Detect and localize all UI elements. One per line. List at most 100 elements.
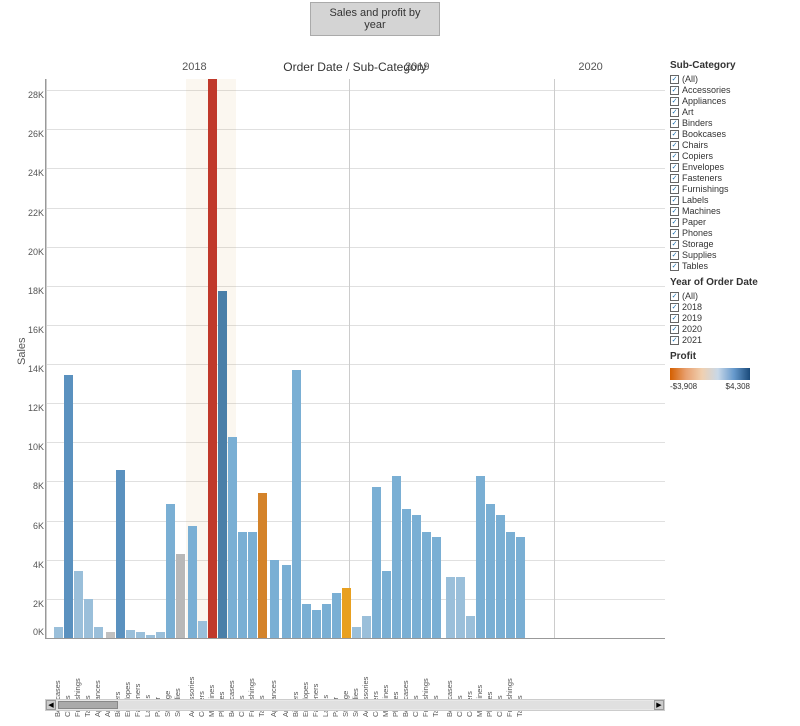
bar-phones-2020[interactable] — [486, 504, 495, 638]
checkbox-binders[interactable]: ✓ — [670, 119, 679, 128]
checkbox-chairs[interactable]: ✓ — [670, 141, 679, 150]
legend-item-appliances[interactable]: ✓ Appliances — [670, 96, 795, 106]
bar-furnishings-2018[interactable] — [74, 571, 83, 638]
legend-item-chairs[interactable]: ✓ Chairs — [670, 140, 795, 150]
bar-fasteners-2019[interactable] — [312, 610, 321, 638]
legend-item-furnishings[interactable]: ✓ Furnishings — [670, 184, 795, 194]
legend-year-all[interactable]: ✓ (All) — [670, 291, 795, 301]
year-label-2018: 2018 — [182, 61, 206, 73]
checkbox-tables[interactable]: ✓ — [670, 262, 679, 271]
bar-copiers-2018[interactable] — [198, 621, 207, 638]
bar-tables-2020[interactable] — [516, 537, 525, 638]
bar-bookcases-2019[interactable] — [402, 509, 411, 638]
bar-chairs2-2018[interactable] — [238, 532, 247, 638]
legend-item-fasteners[interactable]: ✓ Fasteners — [670, 173, 795, 183]
legend-item-copiers[interactable]: ✓ Copiers — [670, 151, 795, 161]
bar-paper-2019[interactable] — [332, 593, 341, 638]
bar-binders-2018[interactable] — [116, 470, 125, 638]
bar-machines-2020[interactable] — [476, 476, 485, 638]
scroll-left-arrow[interactable]: ◀ — [46, 700, 56, 710]
bar-envelopes-2018[interactable] — [126, 630, 135, 638]
bar-furnishings-2019[interactable] — [422, 532, 431, 638]
bar-art-2019[interactable] — [282, 565, 291, 638]
legend-item-envelopes[interactable]: ✓ Envelopes — [670, 162, 795, 172]
bar-furnishings2-2018[interactable] — [248, 532, 257, 638]
checkbox-paper[interactable]: ✓ — [670, 218, 679, 227]
checkbox-year-2018[interactable]: ✓ — [670, 303, 679, 312]
legend-item-supplies[interactable]: ✓ Supplies — [670, 250, 795, 260]
checkbox-supplies[interactable]: ✓ — [670, 251, 679, 260]
legend-label-machines: Machines — [682, 206, 721, 216]
bar-phones-2019[interactable] — [392, 476, 401, 638]
checkbox-all[interactable]: ✓ — [670, 75, 679, 84]
bar-supplies-2019[interactable] — [352, 627, 361, 638]
bar-furnishings-2020[interactable] — [506, 532, 515, 638]
bar-storage-2019[interactable] — [342, 588, 351, 638]
checkbox-fasteners[interactable]: ✓ — [670, 174, 679, 183]
checkbox-year-2020[interactable]: ✓ — [670, 325, 679, 334]
checkbox-art[interactable]: ✓ — [670, 108, 679, 117]
bar-machines-2018[interactable] — [208, 79, 217, 638]
bar-envelopes-2019[interactable] — [302, 604, 311, 638]
bar-appliances-2018[interactable] — [94, 627, 103, 638]
legend-item-accessories[interactable]: ✓ Accessories — [670, 85, 795, 95]
gridline-14k — [46, 364, 665, 365]
bar-appliances-2019[interactable] — [270, 560, 279, 638]
checkbox-phones[interactable]: ✓ — [670, 229, 679, 238]
checkbox-year-all[interactable]: ✓ — [670, 292, 679, 301]
bar-bookcases-2018[interactable] — [54, 627, 63, 638]
bar-binders-2019[interactable] — [292, 370, 301, 638]
bar-chairs-2019[interactable] — [412, 515, 421, 638]
legend-item-machines[interactable]: ✓ Machines — [670, 206, 795, 216]
checkbox-appliances[interactable]: ✓ — [670, 97, 679, 106]
scrollbar-track[interactable] — [56, 701, 654, 709]
legend-item-storage[interactable]: ✓ Storage — [670, 239, 795, 249]
bar-accessories-2018[interactable] — [188, 526, 197, 638]
legend-item-all[interactable]: ✓ (All) — [670, 74, 795, 84]
bar-labels-2019[interactable] — [322, 604, 331, 638]
legend-item-tables[interactable]: ✓ Tables — [670, 261, 795, 271]
bar-copiers-2020[interactable] — [466, 616, 475, 638]
checkbox-envelopes[interactable]: ✓ — [670, 163, 679, 172]
legend-label-envelopes: Envelopes — [682, 162, 724, 172]
bar-tables2-2018[interactable] — [258, 493, 267, 638]
checkbox-accessories[interactable]: ✓ — [670, 86, 679, 95]
legend-item-art[interactable]: ✓ Art — [670, 107, 795, 117]
scrollbar-thumb[interactable] — [58, 701, 118, 709]
checkbox-year-2019[interactable]: ✓ — [670, 314, 679, 323]
bar-chairs-2020[interactable] — [456, 577, 465, 638]
legend-year-label-2018: 2018 — [682, 302, 702, 312]
checkbox-storage[interactable]: ✓ — [670, 240, 679, 249]
legend-item-phones[interactable]: ✓ Phones — [670, 228, 795, 238]
bar-supplies-2018[interactable] — [176, 554, 185, 638]
checkbox-copiers[interactable]: ✓ — [670, 152, 679, 161]
profit-gradient-bar — [670, 368, 750, 380]
legend-year-2021[interactable]: ✓ 2021 — [670, 335, 795, 345]
bar-accessories-2019[interactable] — [362, 616, 371, 638]
legend-year-2018[interactable]: ✓ 2018 — [670, 302, 795, 312]
bar-chairs-2018[interactable] — [64, 375, 73, 638]
bar-tables-2018[interactable] — [84, 599, 93, 638]
checkbox-machines[interactable]: ✓ — [670, 207, 679, 216]
legend-item-paper[interactable]: ✓ Paper — [670, 217, 795, 227]
legend-item-binders[interactable]: ✓ Binders — [670, 118, 795, 128]
bar-storage-2018[interactable] — [166, 504, 175, 638]
checkbox-year-2021[interactable]: ✓ — [670, 336, 679, 345]
checkbox-furnishings[interactable]: ✓ — [670, 185, 679, 194]
bar-machines-2019[interactable] — [382, 571, 391, 638]
checkbox-labels[interactable]: ✓ — [670, 196, 679, 205]
legend-item-bookcases[interactable]: ✓ Bookcases — [670, 129, 795, 139]
horizontal-scrollbar[interactable]: ◀ ▶ — [45, 699, 665, 711]
legend-year-2019[interactable]: ✓ 2019 — [670, 313, 795, 323]
bar-chairs2-2020[interactable] — [496, 515, 505, 638]
bar-bookcases-2020[interactable] — [446, 577, 455, 638]
bar-copiers-2019[interactable] — [372, 487, 381, 638]
bar-bookcases2-2018[interactable] — [228, 437, 237, 638]
scroll-right-arrow[interactable]: ▶ — [654, 700, 664, 710]
legend-year-2020[interactable]: ✓ 2020 — [670, 324, 795, 334]
bar-phones-2018[interactable] — [218, 291, 227, 638]
legend-item-labels[interactable]: ✓ Labels — [670, 195, 795, 205]
bar-tables-2019[interactable] — [432, 537, 441, 638]
legend-label-binders: Binders — [682, 118, 713, 128]
checkbox-bookcases[interactable]: ✓ — [670, 130, 679, 139]
